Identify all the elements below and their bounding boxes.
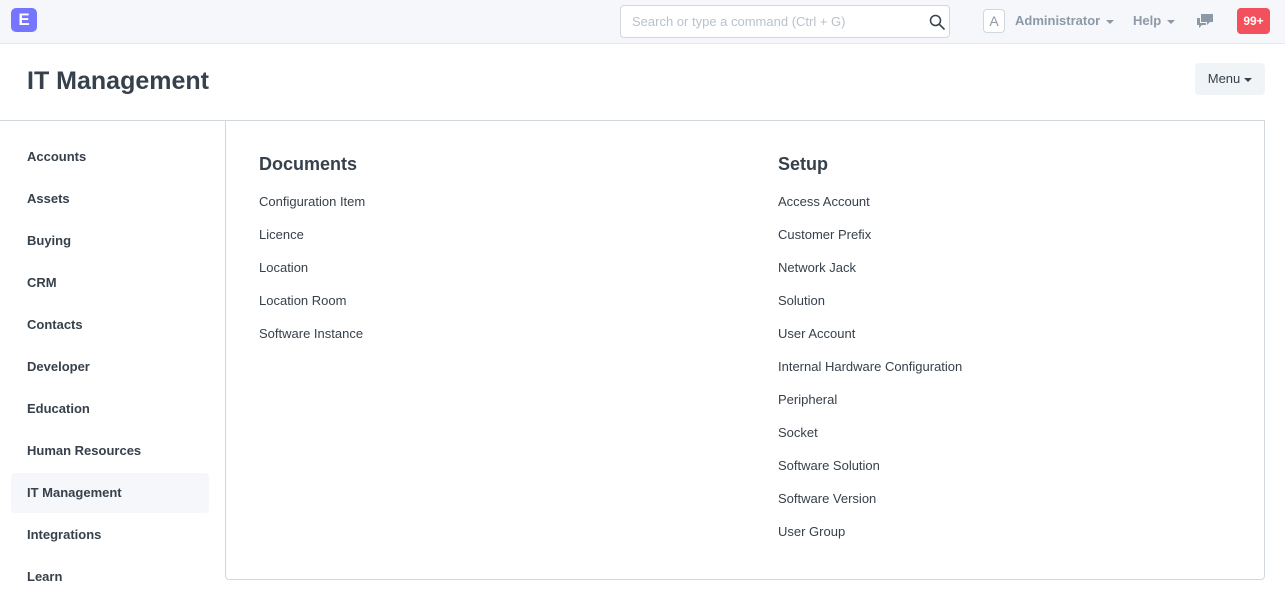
link-solution[interactable]: Solution	[778, 293, 962, 326]
header-divider	[0, 120, 225, 121]
sidebar-item-learn[interactable]: Learn	[11, 557, 209, 597]
app-logo[interactable]: E	[11, 8, 37, 32]
chat-icon[interactable]	[1196, 13, 1214, 29]
sidebar-item-human-resources[interactable]: Human Resources	[11, 431, 209, 471]
link-user-group[interactable]: User Group	[778, 524, 962, 557]
menu-button-label: Menu	[1207, 71, 1241, 86]
link-access-account[interactable]: Access Account	[778, 194, 962, 227]
setup-links: Access Account Customer Prefix Network Jac…	[778, 194, 962, 557]
page-title: IT Management	[27, 67, 209, 95]
link-software-instance[interactable]: Software Instance	[259, 326, 365, 359]
link-software-solution[interactable]: Software Solution	[778, 458, 962, 491]
caret-down-icon	[1244, 77, 1253, 82]
link-software-version[interactable]: Software Version	[778, 491, 962, 524]
user-avatar[interactable]: A	[983, 9, 1005, 33]
search-input[interactable]	[621, 6, 921, 37]
navbar: E A Administrator Help 99+	[0, 0, 1285, 44]
link-internal-hardware-configuration[interactable]: Internal Hardware Configuration	[778, 359, 962, 392]
sidebar-item-developer[interactable]: Developer	[11, 347, 209, 387]
setup-heading: Setup	[778, 154, 829, 174]
sidebar-item-it-management[interactable]: IT Management	[11, 473, 209, 513]
link-licence[interactable]: Licence	[259, 227, 365, 260]
module-panel: Documents Configuration Item Licence Locat…	[225, 120, 1265, 580]
search-icon[interactable]	[929, 14, 945, 30]
link-network-jack[interactable]: Network Jack	[778, 260, 962, 293]
link-location-room[interactable]: Location Room	[259, 293, 365, 326]
link-location[interactable]: Location	[259, 260, 365, 293]
sidebar-item-crm[interactable]: CRM	[11, 263, 209, 303]
caret-down-icon	[1167, 19, 1176, 24]
sidebar-item-contacts[interactable]: Contacts	[11, 305, 209, 345]
help-dropdown[interactable]: Help	[1133, 13, 1176, 28]
module-sidebar: Accounts Assets Buying CRM Contacts Developer…	[11, 137, 209, 597]
sidebar-item-education[interactable]: Education	[11, 389, 209, 429]
user-dropdown-label: Administrator	[1015, 13, 1101, 28]
link-socket[interactable]: Socket	[778, 425, 962, 458]
documents-links: Configuration Item Licence Location Locatio…	[259, 194, 365, 359]
link-customer-prefix[interactable]: Customer Prefix	[778, 227, 962, 260]
setup-section: Setup Access Account Customer Prefix Netwo…	[778, 154, 962, 557]
help-dropdown-label: Help	[1133, 13, 1162, 28]
link-configuration-item[interactable]: Configuration Item	[259, 194, 365, 227]
sidebar-item-assets[interactable]: Assets	[11, 179, 209, 219]
documents-heading: Documents	[259, 154, 358, 174]
documents-section: Documents Configuration Item Licence Locat…	[259, 154, 365, 359]
sidebar-item-accounts[interactable]: Accounts	[11, 137, 209, 177]
caret-down-icon	[1106, 19, 1115, 24]
user-dropdown[interactable]: Administrator	[1015, 13, 1115, 28]
awesomebar-search[interactable]	[620, 5, 950, 38]
menu-button[interactable]: Menu	[1195, 63, 1265, 95]
link-user-account[interactable]: User Account	[778, 326, 962, 359]
sidebar-item-integrations[interactable]: Integrations	[11, 515, 209, 555]
notifications-badge[interactable]: 99+	[1237, 8, 1270, 34]
sidebar-item-buying[interactable]: Buying	[11, 221, 209, 261]
link-peripheral[interactable]: Peripheral	[778, 392, 962, 425]
